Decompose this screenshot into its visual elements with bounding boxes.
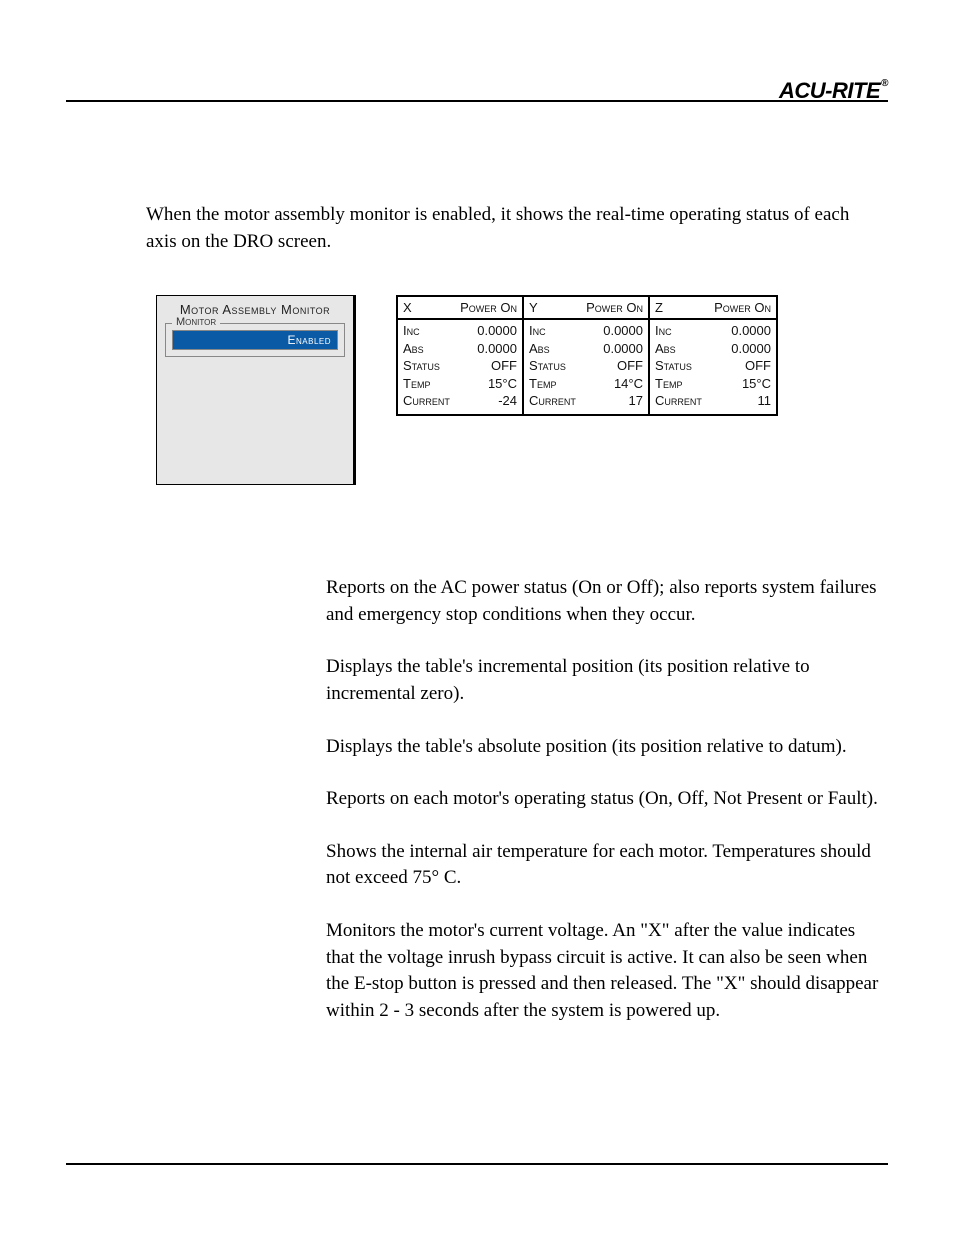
row-value: 0.0000 (477, 322, 517, 340)
dro-row-abs: Abs 0.0000 (529, 340, 643, 358)
row-label: Abs (529, 340, 550, 358)
figures-row: Motor Assembly Monitor Monitor Enabled X… (156, 295, 888, 485)
row-label: Current (403, 392, 450, 410)
row-value: OFF (491, 357, 517, 375)
dro-axis-z: Z Power On Inc 0.0000 Abs 0.0000 (650, 297, 776, 414)
brand-name: ACU-RITE (779, 78, 880, 103)
dro-row-abs: Abs 0.0000 (403, 340, 517, 358)
dro-axis-x: X Power On Inc 0.0000 Abs 0.0000 (398, 297, 524, 414)
row-value: 0.0000 (731, 322, 771, 340)
dro-rows: Inc 0.0000 Abs 0.0000 Status OFF Temp (398, 320, 522, 414)
row-value: 15°C (742, 375, 771, 393)
dro-row-status: Status OFF (403, 357, 517, 375)
row-value: OFF (617, 357, 643, 375)
desc-current: Monitors the motor's current voltage. An… (326, 918, 886, 1024)
desc-status: Reports on each motor's operating status… (326, 786, 886, 813)
dro-header: Y Power On (524, 297, 648, 320)
dro-row-inc: Inc 0.0000 (529, 322, 643, 340)
row-value: 0.0000 (731, 340, 771, 358)
row-label: Current (529, 392, 576, 410)
row-label: Temp (529, 375, 556, 393)
row-value: 17 (629, 392, 643, 410)
footer-rule (66, 1163, 888, 1165)
dro-row-abs: Abs 0.0000 (655, 340, 771, 358)
dro-row-temp: Temp 14°C (529, 375, 643, 393)
monitor-fieldset-label: Monitor (172, 316, 220, 328)
document-page: ACU-RITE® When the motor assembly monito… (0, 0, 954, 1235)
row-label: Temp (655, 375, 682, 393)
desc-power: Reports on the AC power status (On or Of… (326, 575, 886, 628)
row-label: Inc (529, 322, 546, 340)
power-status: Power On (460, 300, 517, 315)
power-status: Power On (586, 300, 643, 315)
row-value: -24 (498, 392, 517, 410)
row-value: OFF (745, 357, 771, 375)
desc-abs: Displays the table's absolute position (… (326, 734, 886, 761)
dro-row-status: Status OFF (655, 357, 771, 375)
row-label: Current (655, 392, 702, 410)
dro-row-temp: Temp 15°C (655, 375, 771, 393)
row-value: 0.0000 (603, 340, 643, 358)
row-label: Status (529, 357, 566, 375)
row-value: 15°C (488, 375, 517, 393)
dro-readout: X Power On Inc 0.0000 Abs 0.0000 (396, 295, 778, 416)
dro-row-current: Current 11 (655, 392, 771, 410)
axis-label: Y (529, 300, 538, 315)
axis-label: X (403, 300, 412, 315)
dro-row-current: Current 17 (529, 392, 643, 410)
dro-row-current: Current -24 (403, 392, 517, 410)
dro-row-inc: Inc 0.0000 (655, 322, 771, 340)
dro-header: Z Power On (650, 297, 776, 320)
config-panel: Motor Assembly Monitor Monitor Enabled (156, 295, 356, 485)
config-panel-title: Motor Assembly Monitor (165, 302, 345, 317)
row-label: Inc (655, 322, 672, 340)
dro-axis-y: Y Power On Inc 0.0000 Abs 0.0000 (524, 297, 650, 414)
dro-rows: Inc 0.0000 Abs 0.0000 Status OFF Temp (524, 320, 648, 414)
monitor-fieldset: Monitor Enabled (165, 323, 345, 357)
header-rule (66, 100, 888, 102)
row-value: 0.0000 (477, 340, 517, 358)
body-area: When the motor assembly monitor is enabl… (66, 202, 888, 1024)
monitor-state-toggle[interactable]: Enabled (172, 330, 338, 350)
row-label: Abs (403, 340, 424, 358)
row-label: Status (403, 357, 440, 375)
row-label: Abs (655, 340, 676, 358)
dro-row-status: Status OFF (529, 357, 643, 375)
registered-mark: ® (881, 78, 888, 89)
dro-row-inc: Inc 0.0000 (403, 322, 517, 340)
row-value: 11 (758, 392, 772, 410)
dro-rows: Inc 0.0000 Abs 0.0000 Status OFF Temp (650, 320, 776, 414)
row-label: Inc (403, 322, 420, 340)
intro-paragraph: When the motor assembly monitor is enabl… (146, 202, 866, 255)
desc-inc: Displays the table's incremental positio… (326, 654, 886, 707)
power-status: Power On (714, 300, 771, 315)
row-value: 14°C (614, 375, 643, 393)
brand-logo: ACU-RITE® (779, 78, 888, 104)
desc-temp: Shows the internal air temperature for e… (326, 839, 886, 892)
axis-label: Z (655, 300, 663, 315)
dro-row-temp: Temp 15°C (403, 375, 517, 393)
row-label: Status (655, 357, 692, 375)
row-label: Temp (403, 375, 430, 393)
field-descriptions: Reports on the AC power status (On or Of… (326, 575, 886, 1024)
dro-header: X Power On (398, 297, 522, 320)
row-value: 0.0000 (603, 322, 643, 340)
